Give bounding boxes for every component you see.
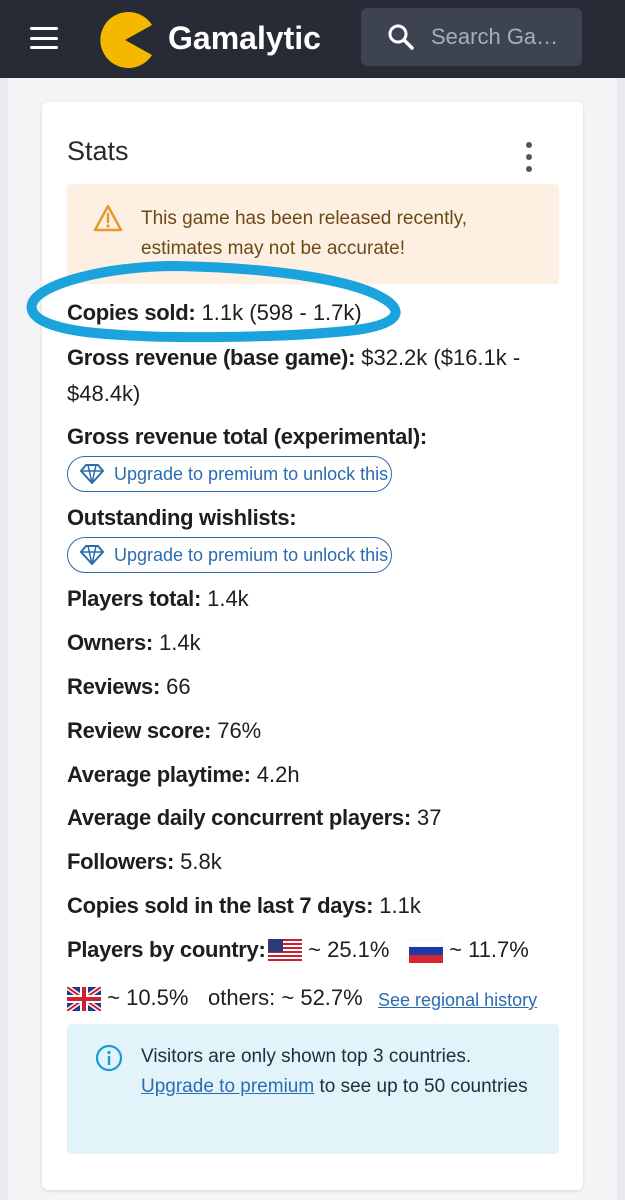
country-others: others: ~ 52.7% <box>208 983 363 1013</box>
info-text: Visitors are only shown top 3 countries.… <box>141 1042 541 1102</box>
wishlists-row: Outstanding wishlists: <box>67 503 297 533</box>
regional-history-link[interactable]: See regional history <box>378 990 537 1010</box>
search-input[interactable] <box>431 24 571 50</box>
pacman-logo-icon[interactable] <box>96 11 154 69</box>
gross-revenue-value-cont: $48.4k) <box>67 381 141 406</box>
gross-revenue-row: Gross revenue (base game): $32.2k ($16.1… <box>67 343 520 373</box>
players-by-country-label: Players by country: <box>67 937 266 962</box>
top-app-bar: Gamalytic <box>0 0 625 78</box>
avg-playtime-value: 4.2h <box>256 762 300 787</box>
uk-share: ~ 10.5% <box>107 985 189 1010</box>
followers-label: Followers: <box>67 849 175 874</box>
copies-sold-value: 1.1k (598 - 1.7k) <box>201 300 362 325</box>
info-text-before: Visitors are only shown top 3 countries. <box>141 1046 472 1067</box>
review-score-row: Review score: 76% <box>67 716 261 746</box>
us-share: ~ 25.1% <box>308 937 390 962</box>
us-flag-icon <box>268 939 302 964</box>
avg-concurrent-row: Average daily concurrent players: 37 <box>67 803 441 833</box>
owners-row: Owners: 1.4k <box>67 628 201 658</box>
upgrade-premium-label: Upgrade to premium to unlock this <box>114 544 389 565</box>
warning-triangle-icon <box>93 204 123 232</box>
gross-revenue-value: $32.2k ($16.1k - <box>361 345 521 370</box>
copies-7d-row: Copies sold in the last 7 days: 1.1k <box>67 891 421 921</box>
uk-flag-icon <box>67 987 101 1012</box>
gross-total-row: Gross revenue total (experimental): <box>67 422 427 452</box>
upgrade-premium-label: Upgrade to premium to unlock this <box>114 463 389 484</box>
search-icon[interactable] <box>387 23 415 51</box>
owners-value: 1.4k <box>159 630 201 655</box>
country-ru: ~ 11.7% <box>409 935 529 965</box>
owners-label: Owners: <box>67 630 153 655</box>
copies-7d-label: Copies sold in the last 7 days: <box>67 893 374 918</box>
info-text-after: to see up to 50 countries <box>319 1076 528 1097</box>
gross-revenue-row-cont: $48.4k) <box>67 379 140 409</box>
visitors-info-box: Visitors are only shown top 3 countries.… <box>67 1024 559 1154</box>
avg-concurrent-label: Average daily concurrent players: <box>67 805 411 830</box>
brand-name[interactable]: Gamalytic <box>168 16 321 60</box>
players-total-value: 1.4k <box>207 586 249 611</box>
upgrade-premium-link[interactable]: Upgrade to premium <box>141 1076 314 1097</box>
copies-sold-row: Copies sold: 1.1k (598 - 1.7k) <box>67 298 362 328</box>
diamond-icon <box>80 545 104 565</box>
players-total-row: Players total: 1.4k <box>67 584 249 614</box>
warning-text: This game has been released recently, es… <box>141 208 467 259</box>
country-uk: ~ 10.5% <box>67 983 188 1013</box>
russia-flag-icon <box>409 939 443 964</box>
gross-total-label: Gross revenue total (experimental): <box>67 424 427 449</box>
reviews-row: Reviews: 66 <box>67 672 191 702</box>
avg-playtime-row: Average playtime: 4.2h <box>67 760 300 790</box>
country-us: ~ 25.1% <box>268 935 389 965</box>
diamond-icon <box>80 464 104 484</box>
wishlists-label: Outstanding wishlists: <box>67 505 297 530</box>
review-score-value: 76% <box>217 718 262 743</box>
recent-release-warning: This game has been released recently, es… <box>67 184 559 284</box>
card-title: Stats <box>67 136 129 166</box>
players-by-country-label-row: Players by country: <box>67 935 266 965</box>
copies-7d-value: 1.1k <box>379 893 421 918</box>
others-share: others: ~ 52.7% <box>208 985 363 1010</box>
reviews-label: Reviews: <box>67 674 160 699</box>
hamburger-menu-icon[interactable] <box>30 27 58 49</box>
reviews-value: 66 <box>166 674 191 699</box>
ru-share: ~ 11.7% <box>449 937 529 962</box>
copies-sold-label: Copies sold: <box>67 300 196 325</box>
followers-row: Followers: 5.8k <box>67 847 222 877</box>
upgrade-premium-button-2[interactable]: Upgrade to premium to unlock this <box>67 537 392 573</box>
info-circle-icon <box>95 1044 123 1072</box>
review-score-label: Review score: <box>67 718 212 743</box>
gross-revenue-label: Gross revenue (base game): <box>67 345 356 370</box>
followers-value: 5.8k <box>180 849 222 874</box>
regional-history-link-wrap: See regional history <box>378 985 537 1015</box>
search-bar[interactable] <box>361 8 582 66</box>
avg-concurrent-value: 37 <box>417 805 442 830</box>
avg-playtime-label: Average playtime: <box>67 762 251 787</box>
upgrade-premium-button[interactable]: Upgrade to premium to unlock this <box>67 456 392 492</box>
kebab-more-icon[interactable] <box>522 142 536 172</box>
players-total-label: Players total: <box>67 586 201 611</box>
